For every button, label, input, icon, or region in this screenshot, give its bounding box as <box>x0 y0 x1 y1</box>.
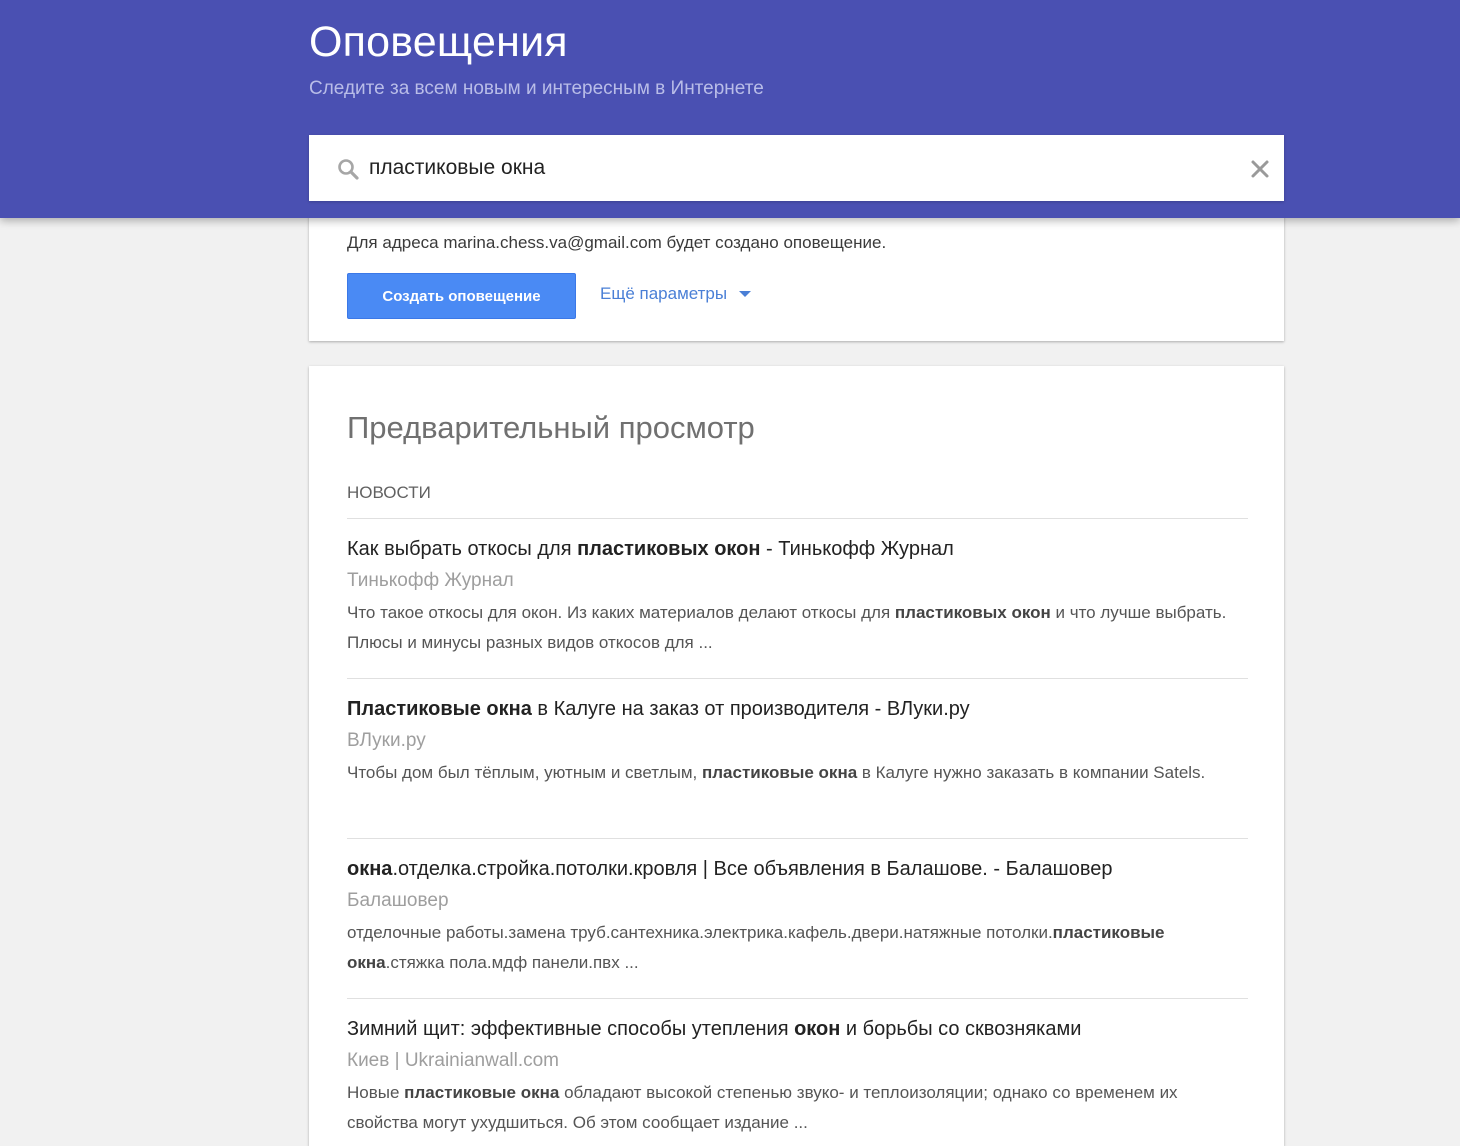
highlighted-term: пластиковых окон <box>577 538 761 560</box>
highlighted-term: пластиковые окна <box>701 763 858 782</box>
search-input[interactable] <box>369 149 1229 187</box>
result-source: Балашовер <box>347 890 449 911</box>
highlighted-term: окна <box>347 858 393 880</box>
text-fragment: .отделка.стройка.потолки.кровля | Все об… <box>392 858 1113 880</box>
more-options-link[interactable]: Ещё параметры <box>600 284 752 304</box>
result-item: Пластиковые окна в Калуге на заказ от пр… <box>347 696 1248 788</box>
result-title-link[interactable]: Как выбрать откосы для пластиковых окон … <box>347 536 1248 562</box>
preview-card: Предварительный просмотр Новости Как выб… <box>309 366 1284 1146</box>
create-alert-button[interactable]: Создать оповещение <box>347 273 576 319</box>
result-divider <box>347 838 1248 839</box>
text-fragment: .стяжка пола.мдф панели.пвх ... <box>385 953 639 972</box>
result-title-link[interactable]: Пластиковые окна в Калуге на заказ от пр… <box>347 696 1248 722</box>
result-snippet: Что такое откосы для окон. Из каких мате… <box>347 598 1248 658</box>
text-fragment: отделочные работы.замена труб.сантехника… <box>347 923 1053 942</box>
preview-title: Предварительный просмотр <box>347 410 755 445</box>
delivery-text: Для адреса marina.chess.va@gmail.com буд… <box>347 233 887 252</box>
create-alert-card: Для адреса marina.chess.va@gmail.com буд… <box>309 200 1284 341</box>
result-divider <box>347 998 1248 999</box>
result-divider <box>347 518 1248 519</box>
text-fragment: в Калуге на заказ от производителя - ВЛу… <box>531 698 970 720</box>
more-options-label: Ещё параметры <box>600 284 728 303</box>
result-title-link[interactable]: окна.отделка.стройка.потолки.кровля | Вс… <box>347 856 1248 882</box>
search-box <box>309 135 1284 201</box>
page-subtitle: Следите за всем новым и интересным в Инт… <box>309 78 764 99</box>
section-label: Новости <box>347 483 431 502</box>
text-fragment: Чтобы дом был тёплым, уютным и светлым, <box>347 763 702 782</box>
result-item: окна.отделка.стройка.потолки.кровля | Вс… <box>347 856 1248 978</box>
result-source: Тинькофф Журнал <box>347 570 514 591</box>
highlighted-term: пластиковые окна <box>404 1083 560 1102</box>
text-fragment: Новые <box>347 1083 405 1102</box>
text-fragment: Зимний щит: эффективные способы утеплени… <box>347 1018 795 1040</box>
result-snippet: Чтобы дом был тёплым, уютным и светлым, … <box>347 758 1248 788</box>
highlighted-term: пластиковых окон <box>894 603 1051 622</box>
page-title: Оповещения <box>309 18 568 66</box>
highlighted-term: Пластиковые окна <box>347 698 532 720</box>
result-snippet: отделочные работы.замена труб.сантехника… <box>347 918 1248 978</box>
header: Оповещения Следите за всем новым и интер… <box>0 0 1460 218</box>
text-fragment: в Калуге нужно заказать в компании Satel… <box>857 763 1206 782</box>
highlighted-term: окон <box>794 1018 841 1040</box>
result-source: ВЛуки.ру <box>347 730 426 751</box>
result-source: Киев | Ukrainianwall.com <box>347 1050 559 1071</box>
search-icon <box>338 159 359 180</box>
result-item: Зимний щит: эффективные способы утеплени… <box>347 1016 1248 1138</box>
caret-down-icon <box>739 291 752 297</box>
text-fragment: Как выбрать откосы для <box>347 538 578 560</box>
result-divider <box>347 678 1248 679</box>
text-fragment: - Тинькофф Журнал <box>760 538 954 560</box>
result-title-link[interactable]: Зимний щит: эффективные способы утеплени… <box>347 1016 1248 1042</box>
text-fragment: и борьбы со сквозняками <box>840 1018 1082 1040</box>
close-icon[interactable] <box>1250 159 1270 179</box>
result-item: Как выбрать откосы для пластиковых окон … <box>347 536 1248 658</box>
text-fragment: Что такое откосы для окон. Из каких мате… <box>347 603 895 622</box>
result-snippet: Новые пластиковые окна обладают высокой … <box>347 1078 1248 1138</box>
